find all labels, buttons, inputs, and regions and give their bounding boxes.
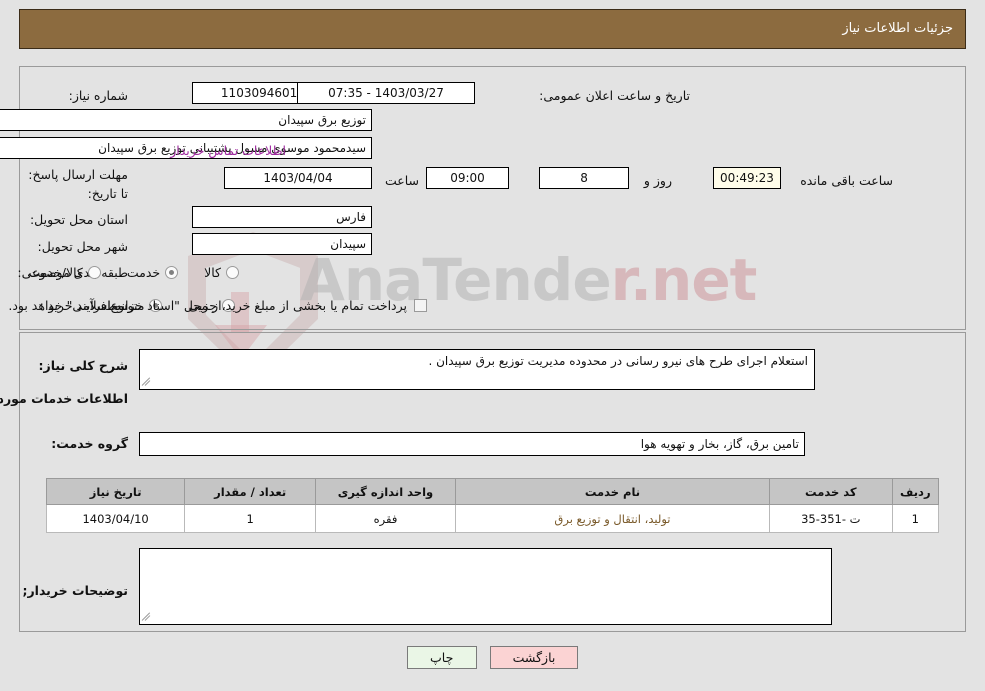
category-option-1[interactable]: خدمت: [126, 264, 179, 280]
resize-grip-icon[interactable]: [141, 377, 153, 387]
treasury-checkbox[interactable]: [414, 298, 427, 312]
remaining-days-field[interactable]: 8: [539, 167, 629, 189]
table-header-cell-2: نام خدمت: [454, 478, 770, 505]
need-number-label-row: شماره نیاز:: [69, 82, 128, 108]
deadline-hour-label: ساعت: [384, 172, 419, 188]
announce-datetime-field[interactable]: 1403/03/27 - 07:35: [297, 82, 475, 104]
announce-label-row: تاریخ و ساعت اعلان عمومی:: [539, 82, 690, 108]
category-option-2[interactable]: کالا/خدمت: [28, 264, 101, 280]
category-radio-group: کالا خدمت کالا/خدمت: [2, 259, 239, 285]
page-title: جزئیات اطلاعات نیاز: [842, 21, 953, 36]
table-header-row: ردیف کد خدمت نام خدمت واحد اندازه گیری تعداد…: [45, 478, 940, 505]
service-group-label: گروه خدمت:: [51, 436, 128, 451]
deadline-date-field[interactable]: 1403/04/04: [224, 167, 372, 189]
city-label-row: شهر محل تحویل:: [38, 233, 128, 259]
buyer-contact-link[interactable]: اطلاعات تماس خریدار: [170, 143, 286, 158]
table-cell-تعداد / مقدار: 1: [184, 504, 317, 533]
table-header-cell-4: تعداد / مقدار: [184, 478, 317, 505]
table-header-cell-0: ردیف: [891, 478, 940, 505]
province-label-row: استان محل تحویل:: [30, 206, 128, 232]
city-field[interactable]: سپیدان: [192, 233, 372, 255]
table-cell-کد خدمت: ت -351-35: [768, 504, 893, 533]
table-cell-تاریخ نیاز: 1403/04/10: [45, 504, 186, 533]
buyer-notes-resize-grip-icon[interactable]: [141, 612, 153, 622]
announce-label: تاریخ و ساعت اعلان عمومی:: [539, 87, 690, 103]
print-button[interactable]: چاپ: [406, 646, 477, 669]
table-cell-نام خدمت: تولید، انتقال و توزیع برق: [454, 504, 770, 533]
services-section-heading: اطلاعات خدمات مورد نیاز: [0, 391, 128, 406]
table-body: 1ت -351-35 تولید، انتقال و توزیع برق فقره 1…: [45, 504, 940, 533]
table-cell-ردیف: 1: [891, 504, 940, 533]
category-label-1: خدمت: [126, 264, 161, 280]
treasury-row: پرداخت تمام یا بخشی از مبلغ خرید،از محل …: [8, 292, 427, 318]
category-label-0: کالا: [204, 264, 221, 280]
table-cell-واحد اندازه گیری: فقره: [315, 504, 456, 533]
category-radio-1[interactable]: [165, 265, 179, 279]
window-title-bar: جزئیات اطلاعات نیاز: [19, 9, 966, 49]
table-header-cell-3: واحد اندازه گیری: [315, 478, 456, 505]
back-button[interactable]: بازگشت: [489, 646, 579, 669]
deadline-hour-label-row: ساعت: [385, 167, 419, 193]
service-group-field[interactable]: تامین برق، گاز، بخار و تهویه هوا: [139, 432, 805, 456]
remaining-days-label: روز و: [643, 172, 672, 188]
category-option-0[interactable]: کالا: [204, 265, 239, 280]
contact-link-row: اطلاعات تماس خریدار: [170, 137, 286, 163]
table-header-cell-1: کد خدمت: [768, 478, 893, 505]
table-header-cell-5: تاریخ نیاز: [45, 478, 186, 505]
description-label: شرح کلی نیاز:: [38, 358, 128, 373]
remaining-time-label: ساعت باقی مانده: [800, 172, 893, 188]
buyer-notes-label: توضیحات خریدار;: [22, 583, 128, 598]
services-table: ردیف کد خدمت نام خدمت واحد اندازه گیری تعداد…: [45, 478, 940, 533]
treasury-text: پرداخت تمام یا بخشی از مبلغ خرید،از محل …: [8, 297, 407, 313]
buyer-notes-textarea[interactable]: [139, 548, 832, 625]
need-info-panel: [19, 66, 966, 330]
category-radio-2[interactable]: [87, 265, 101, 279]
button-bar: بازگشت چاپ: [0, 646, 985, 669]
remaining-days-label-row: روز و: [644, 167, 672, 193]
deadline-label-row: مهلت ارسال پاسخ: تا تاریخ:: [18, 164, 128, 202]
description-text: استعلام اجرای طرح های نیرو رسانی در محدو…: [428, 354, 808, 368]
need-number-label: شماره نیاز:: [68, 87, 128, 103]
province-label: استان محل تحویل:: [29, 211, 128, 227]
remaining-time-label-row: ساعت باقی مانده: [800, 167, 893, 193]
deadline-label: مهلت ارسال پاسخ: تا تاریخ:: [28, 167, 128, 201]
buyer-org-field[interactable]: توزیع برق سپیدان: [0, 109, 372, 131]
description-textarea[interactable]: استعلام اجرای طرح های نیرو رسانی در محدو…: [139, 349, 815, 390]
page-root: AnaTender.net جزئیات اطلاعات نیاز شماره …: [0, 0, 985, 691]
category-label-2: کالا/خدمت: [28, 264, 83, 280]
category-radio-0[interactable]: [226, 265, 239, 279]
city-label: شهر محل تحویل:: [37, 238, 128, 254]
remaining-time-field[interactable]: 00:49:23: [713, 167, 781, 189]
deadline-time-field[interactable]: 09:00: [426, 167, 509, 189]
province-field[interactable]: فارس: [192, 206, 372, 228]
table-row[interactable]: 1ت -351-35 تولید، انتقال و توزیع برق فقره 1…: [45, 504, 940, 533]
